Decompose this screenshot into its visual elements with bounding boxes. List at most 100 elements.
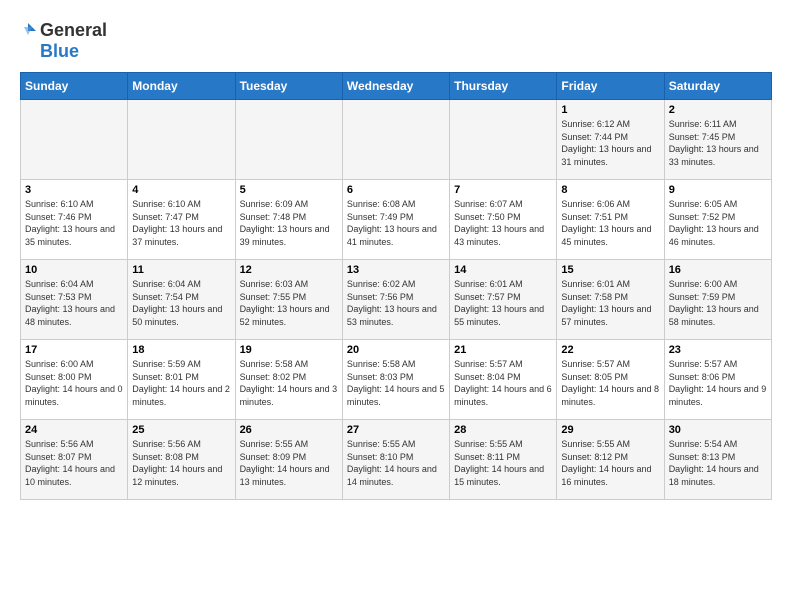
calendar-cell: 23 Sunrise: 5:57 AMSunset: 8:06 PMDayligh… <box>664 340 771 420</box>
day-info: Sunrise: 5:57 AMSunset: 8:04 PMDaylight:… <box>454 358 552 408</box>
day-info: Sunrise: 6:10 AMSunset: 7:46 PMDaylight:… <box>25 198 123 248</box>
day-info: Sunrise: 6:01 AMSunset: 7:58 PMDaylight:… <box>561 278 659 328</box>
logo-blue-text: Blue <box>40 41 79 62</box>
day-header-monday: Monday <box>128 73 235 100</box>
day-info: Sunrise: 6:01 AMSunset: 7:57 PMDaylight:… <box>454 278 552 328</box>
day-number: 9 <box>669 184 767 196</box>
day-info: Sunrise: 6:04 AMSunset: 7:53 PMDaylight:… <box>25 278 123 328</box>
calendar-cell: 3 Sunrise: 6:10 AMSunset: 7:46 PMDaylight… <box>21 180 128 260</box>
calendar-cell: 16 Sunrise: 6:00 AMSunset: 7:59 PMDayligh… <box>664 260 771 340</box>
calendar-week-1: 1 Sunrise: 6:12 AMSunset: 7:44 PMDaylight… <box>21 100 772 180</box>
calendar-cell: 9 Sunrise: 6:05 AMSunset: 7:52 PMDaylight… <box>664 180 771 260</box>
calendar-cell: 6 Sunrise: 6:08 AMSunset: 7:49 PMDaylight… <box>342 180 449 260</box>
calendar-week-3: 10 Sunrise: 6:04 AMSunset: 7:53 PMDayligh… <box>21 260 772 340</box>
calendar-cell: 30Sunrise: 5:54 AMSunset: 8:13 PMDayligh… <box>664 420 771 500</box>
day-number: 4 <box>132 184 230 196</box>
day-number: 6 <box>347 184 445 196</box>
day-info: Sunrise: 6:07 AMSunset: 7:50 PMDaylight:… <box>454 198 552 248</box>
day-header-friday: Friday <box>557 73 664 100</box>
day-number: 14 <box>454 264 552 276</box>
calendar-cell: 13 Sunrise: 6:02 AMSunset: 7:56 PMDayligh… <box>342 260 449 340</box>
calendar-cell: 19 Sunrise: 5:58 AMSunset: 8:02 PMDayligh… <box>235 340 342 420</box>
day-number: 7 <box>454 184 552 196</box>
calendar-cell: 15 Sunrise: 6:01 AMSunset: 7:58 PMDayligh… <box>557 260 664 340</box>
calendar-cell: 27Sunrise: 5:55 AMSunset: 8:10 PMDayligh… <box>342 420 449 500</box>
calendar-cell: 24 Sunrise: 5:56 AMSunset: 8:07 PMDayligh… <box>21 420 128 500</box>
day-number: 20 <box>347 344 445 356</box>
day-number: 3 <box>25 184 123 196</box>
day-info: Sunrise: 6:00 AMSunset: 8:00 PMDaylight:… <box>25 358 123 408</box>
calendar-cell: 18 Sunrise: 5:59 AMSunset: 8:01 PMDayligh… <box>128 340 235 420</box>
day-info: Sunrise: 5:55 AMSunset: 8:10 PMDaylight:… <box>347 438 445 488</box>
day-info: Sunrise: 5:56 AMSunset: 8:08 PMDaylight:… <box>132 438 230 488</box>
day-number: 1 <box>561 104 659 116</box>
calendar-week-2: 3 Sunrise: 6:10 AMSunset: 7:46 PMDaylight… <box>21 180 772 260</box>
day-number: 18 <box>132 344 230 356</box>
calendar-cell: 26Sunrise: 5:55 AMSunset: 8:09 PMDayligh… <box>235 420 342 500</box>
calendar-cell: 25 Sunrise: 5:56 AMSunset: 8:08 PMDayligh… <box>128 420 235 500</box>
day-info: Sunrise: 6:05 AMSunset: 7:52 PMDaylight:… <box>669 198 767 248</box>
day-info: Sunrise: 5:58 AMSunset: 8:02 PMDaylight:… <box>240 358 338 408</box>
calendar-cell: 17 Sunrise: 6:00 AMSunset: 8:00 PMDayligh… <box>21 340 128 420</box>
day-number: 5 <box>240 184 338 196</box>
day-header-thursday: Thursday <box>450 73 557 100</box>
day-info: Sunrise: 5:57 AMSunset: 8:06 PMDaylight:… <box>669 358 767 408</box>
day-header-wednesday: Wednesday <box>342 73 449 100</box>
logo: General Blue <box>20 20 107 62</box>
day-number: 19 <box>240 344 338 356</box>
calendar-cell <box>450 100 557 180</box>
day-info: Sunrise: 6:03 AMSunset: 7:55 PMDaylight:… <box>240 278 338 328</box>
day-info: Sunrise: 5:57 AMSunset: 8:05 PMDaylight:… <box>561 358 659 408</box>
day-number: 11 <box>132 264 230 276</box>
day-number: 10 <box>25 264 123 276</box>
calendar-cell <box>235 100 342 180</box>
day-info: Sunrise: 6:04 AMSunset: 7:54 PMDaylight:… <box>132 278 230 328</box>
day-number: 17 <box>25 344 123 356</box>
calendar-cell: 12 Sunrise: 6:03 AMSunset: 7:55 PMDayligh… <box>235 260 342 340</box>
day-number: 16 <box>669 264 767 276</box>
day-number: 26 <box>240 424 338 436</box>
calendar-cell: 29 Sunrise: 5:55 AMSunset: 8:12 PMDayligh… <box>557 420 664 500</box>
calendar-cell: 14 Sunrise: 6:01 AMSunset: 7:57 PMDayligh… <box>450 260 557 340</box>
day-info: Sunrise: 6:00 AMSunset: 7:59 PMDaylight:… <box>669 278 767 328</box>
day-number: 28 <box>454 424 552 436</box>
day-number: 13 <box>347 264 445 276</box>
calendar-cell <box>342 100 449 180</box>
day-number: 22 <box>561 344 659 356</box>
day-number: 2 <box>669 104 767 116</box>
calendar-cell: 1 Sunrise: 6:12 AMSunset: 7:44 PMDaylight… <box>557 100 664 180</box>
day-info: Sunrise: 5:58 AMSunset: 8:03 PMDaylight:… <box>347 358 445 408</box>
calendar-cell: 10 Sunrise: 6:04 AMSunset: 7:53 PMDayligh… <box>21 260 128 340</box>
day-number: 12 <box>240 264 338 276</box>
logo-general-text: General <box>40 20 107 41</box>
day-number: 15 <box>561 264 659 276</box>
calendar-cell <box>21 100 128 180</box>
calendar-header-row: SundayMondayTuesdayWednesdayThursdayFrid… <box>21 73 772 100</box>
day-info: Sunrise: 6:08 AMSunset: 7:49 PMDaylight:… <box>347 198 445 248</box>
calendar-cell: 20 Sunrise: 5:58 AMSunset: 8:03 PMDayligh… <box>342 340 449 420</box>
day-number: 29 <box>561 424 659 436</box>
calendar-body: 1 Sunrise: 6:12 AMSunset: 7:44 PMDaylight… <box>21 100 772 500</box>
calendar-week-4: 17 Sunrise: 6:00 AMSunset: 8:00 PMDayligh… <box>21 340 772 420</box>
day-info: Sunrise: 5:56 AMSunset: 8:07 PMDaylight:… <box>25 438 123 488</box>
calendar-cell: 21Sunrise: 5:57 AMSunset: 8:04 PMDayligh… <box>450 340 557 420</box>
day-number: 25 <box>132 424 230 436</box>
calendar-cell <box>128 100 235 180</box>
day-info: Sunrise: 5:55 AMSunset: 8:11 PMDaylight:… <box>454 438 552 488</box>
day-number: 8 <box>561 184 659 196</box>
day-info: Sunrise: 6:12 AMSunset: 7:44 PMDaylight:… <box>561 118 659 168</box>
calendar-cell: 11 Sunrise: 6:04 AMSunset: 7:54 PMDayligh… <box>128 260 235 340</box>
day-info: Sunrise: 6:11 AMSunset: 7:45 PMDaylight:… <box>669 118 767 168</box>
day-info: Sunrise: 5:54 AMSunset: 8:13 PMDaylight:… <box>669 438 767 488</box>
calendar-table: SundayMondayTuesdayWednesdayThursdayFrid… <box>20 72 772 500</box>
day-info: Sunrise: 6:06 AMSunset: 7:51 PMDaylight:… <box>561 198 659 248</box>
calendar-cell: 7 Sunrise: 6:07 AMSunset: 7:50 PMDaylight… <box>450 180 557 260</box>
day-info: Sunrise: 5:55 AMSunset: 8:12 PMDaylight:… <box>561 438 659 488</box>
day-number: 24 <box>25 424 123 436</box>
day-info: Sunrise: 6:02 AMSunset: 7:56 PMDaylight:… <box>347 278 445 328</box>
day-info: Sunrise: 5:59 AMSunset: 8:01 PMDaylight:… <box>132 358 230 408</box>
calendar-cell: 4Sunrise: 6:10 AMSunset: 7:47 PMDaylight… <box>128 180 235 260</box>
calendar-week-5: 24 Sunrise: 5:56 AMSunset: 8:07 PMDayligh… <box>21 420 772 500</box>
day-header-sunday: Sunday <box>21 73 128 100</box>
day-number: 23 <box>669 344 767 356</box>
